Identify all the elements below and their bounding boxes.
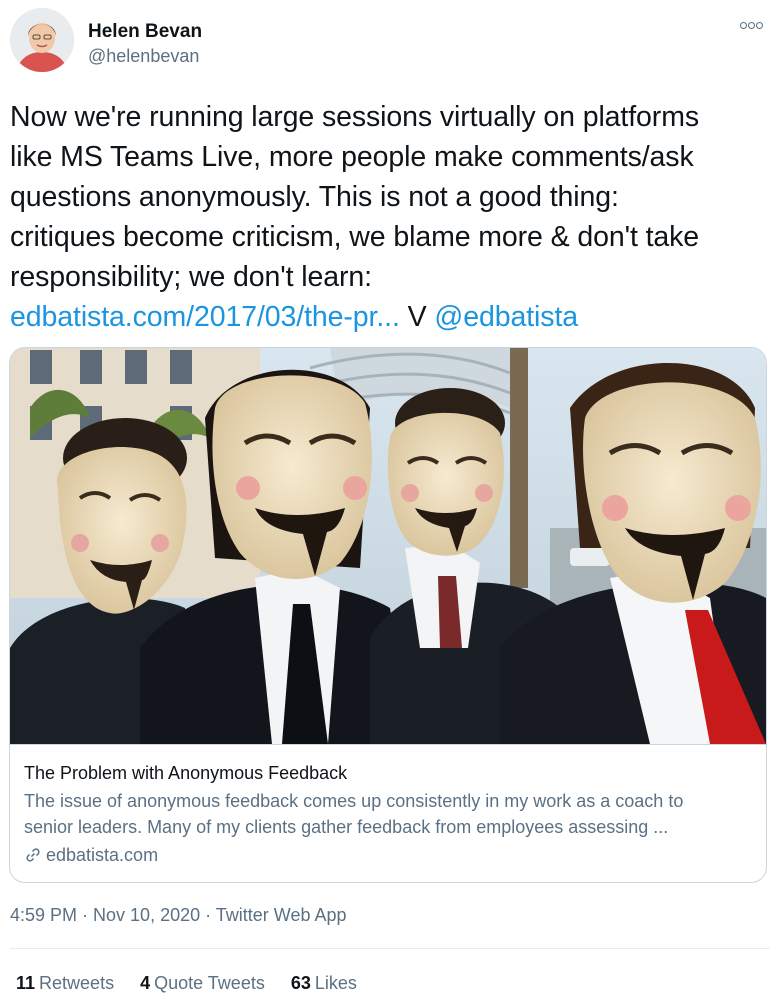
retweets-count: 11 bbox=[16, 973, 36, 993]
card-description-line: senior leaders. Many of my clients gathe… bbox=[24, 817, 669, 837]
card-description-line: The issue of anonymous feedback comes up… bbox=[24, 791, 684, 811]
tweet-stats: 11 Retweets 4 Quote Tweets 63 Likes bbox=[16, 973, 383, 994]
tweet-link-line: edbatista.com/2017/03/the-pr... V @edbat… bbox=[10, 297, 772, 337]
tweet-via: V bbox=[407, 301, 427, 333]
link-card[interactable]: The Problem with Anonymous Feedback The … bbox=[9, 347, 767, 883]
quotes-count: 4 bbox=[140, 973, 151, 993]
tweet-text-line: Now we're running large sessions virtual… bbox=[10, 101, 699, 133]
card-domain[interactable]: edbatista.com bbox=[24, 842, 754, 868]
tweet-text-line: like MS Teams Live, more people make com… bbox=[10, 141, 694, 173]
more-dots-icon[interactable] bbox=[740, 16, 766, 32]
likes-count: 63 bbox=[290, 973, 311, 993]
card-image[interactable] bbox=[10, 348, 766, 745]
avatar[interactable] bbox=[10, 8, 74, 72]
retweets-stat[interactable]: 11 Retweets bbox=[16, 973, 114, 994]
card-title[interactable]: The Problem with Anonymous Feedback bbox=[24, 760, 754, 786]
tweet-text-line: critiques become criticism, we blame mor… bbox=[10, 221, 700, 253]
tweet-text-line: responsibility; we don't learn: bbox=[10, 261, 372, 293]
likes-label: Likes bbox=[314, 973, 357, 993]
author-name[interactable]: Helen Bevan bbox=[88, 21, 202, 43]
card-domain-text: edbatista.com bbox=[46, 845, 159, 865]
retweets-label: Retweets bbox=[39, 973, 115, 993]
author-handle[interactable]: @helenbevan bbox=[88, 46, 199, 67]
tweet-header: Helen Bevan @helenbevan bbox=[10, 8, 770, 76]
card-description: The issue of anonymous feedback comes up… bbox=[24, 788, 754, 840]
tweet-mention[interactable]: @edbatista bbox=[434, 301, 578, 333]
tweet-text: Now we're running large sessions virtual… bbox=[10, 97, 772, 337]
likes-stat[interactable]: 63 Likes bbox=[291, 973, 357, 994]
tweet-link[interactable]: edbatista.com/2017/03/the-pr... bbox=[10, 301, 400, 333]
tweet-text-line: questions anonymously. This is not a goo… bbox=[10, 181, 619, 213]
link-chain-icon bbox=[26, 848, 40, 862]
quotes-label: Quote Tweets bbox=[154, 973, 265, 993]
card-body[interactable]: The Problem with Anonymous Feedback The … bbox=[24, 760, 754, 868]
divider bbox=[10, 948, 770, 949]
tweet-timestamp[interactable]: 4:59 PM · Nov 10, 2020 · Twitter Web App bbox=[10, 905, 347, 926]
quote-tweets-stat[interactable]: 4 Quote Tweets bbox=[140, 973, 265, 994]
